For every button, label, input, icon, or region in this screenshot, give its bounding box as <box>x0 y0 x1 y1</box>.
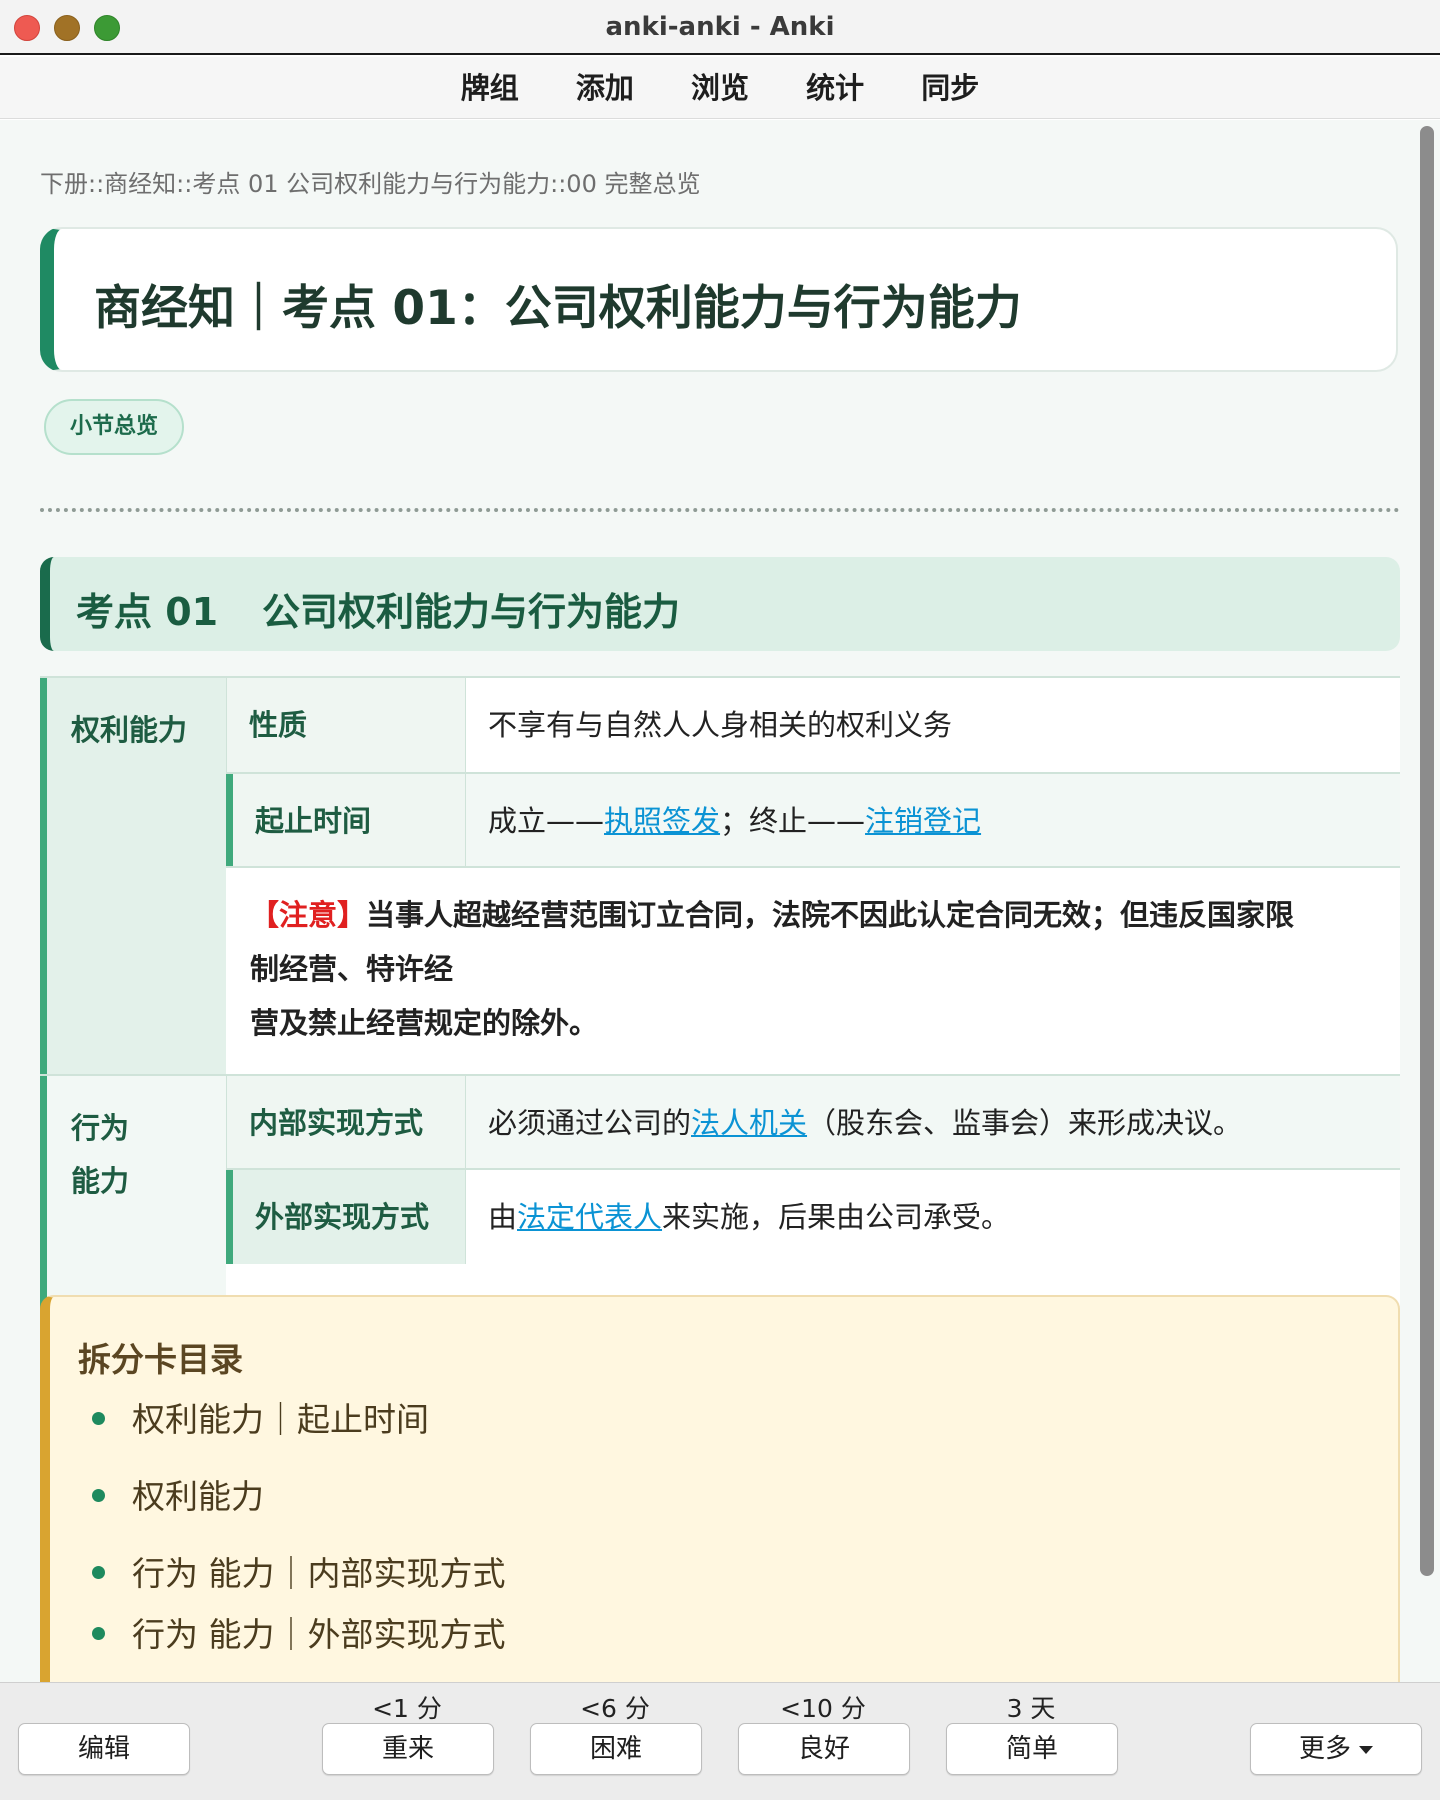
card-header: 商经知｜考点 01：公司权利能力与行为能力 <box>40 227 1398 372</box>
section-tag: 小节总览 <box>44 399 184 455</box>
window-title: anki-anki - Anki <box>605 12 835 42</box>
split-item: 权利能力 <box>132 1477 264 1516</box>
good-button[interactable]: 良好 <box>738 1723 910 1775</box>
link-deregistration[interactable]: 注销登记 <box>865 804 981 838</box>
value-cell-nature: 不享有与自然人人身相关的权利义务 <box>466 678 1400 772</box>
edit-button[interactable]: 编辑 <box>18 1723 190 1775</box>
sub-cell-nature: 性质 <box>226 678 466 772</box>
knowledge-table: 权利能力 性质 不享有与自然人人身相关的权利义务 起止时间 成立——执照签发；终… <box>40 676 1400 1390</box>
more-button[interactable]: 更多 <box>1250 1723 1422 1775</box>
split-item: 权利能力｜起止时间 <box>132 1400 429 1439</box>
menu-add[interactable]: 添加 <box>576 57 634 119</box>
split-item: 行为 能力｜外部实现方式 <box>132 1615 506 1654</box>
answer-bar: <1 分 <6 分 <10 分 3 天 编辑 重来 困难 良好 简单 更多 <box>0 1682 1440 1800</box>
interval-hard: <6 分 <box>580 1694 650 1723</box>
sub-cell-external: 外部实现方式 <box>226 1170 466 1264</box>
value-cell-internal: 必须通过公司的法人机关（股东会、监事会）来形成决议。 <box>466 1076 1400 1168</box>
hard-button[interactable]: 困难 <box>530 1723 702 1775</box>
section-name: 公司权利能力与行为能力 <box>262 590 681 634</box>
bullet-icon <box>92 1566 105 1579</box>
menu-decks[interactable]: 牌组 <box>461 57 519 119</box>
menu-browse[interactable]: 浏览 <box>691 57 749 119</box>
interval-good: <10 分 <box>780 1694 866 1723</box>
sub-cell-internal: 内部实现方式 <box>226 1076 466 1168</box>
again-button[interactable]: 重来 <box>322 1723 494 1775</box>
split-item: 行为 能力｜内部实现方式 <box>132 1554 506 1593</box>
bullet-icon <box>92 1489 105 1502</box>
split-card-directory: 拆分卡目录 权利能力｜起止时间 权利能力 行为 能力｜内部实现方式 行为 能力｜… <box>40 1295 1400 1682</box>
link-corporate-organ[interactable]: 法人机关 <box>691 1106 807 1140</box>
easy-button[interactable]: 简单 <box>946 1723 1118 1775</box>
section-number: 考点 01 <box>76 590 219 634</box>
card-view: 下册::商经知::考点 01 公司权利能力与行为能力::00 完整总览 商经知｜… <box>0 120 1440 1682</box>
dotted-divider <box>40 508 1400 512</box>
bullet-icon <box>92 1412 105 1425</box>
title-bar: anki-anki - Anki <box>0 0 1440 55</box>
card-title: 商经知｜考点 01：公司权利能力与行为能力 <box>94 281 1022 336</box>
note-tag: 【注意】 <box>250 898 367 932</box>
bullet-icon <box>92 1627 105 1640</box>
section-heading: 考点 01 公司权利能力与行为能力 <box>40 557 1400 651</box>
vertical-scrollbar[interactable] <box>1420 126 1434 1576</box>
note-cell: 【注意】当事人超越经营范围订立合同，法院不因此认定合同无效；但违反国家限 制经营… <box>226 868 1400 1074</box>
menu-stats[interactable]: 统计 <box>806 57 864 119</box>
split-directory-title: 拆分卡目录 <box>78 1340 243 1379</box>
link-license-issue[interactable]: 执照签发 <box>604 804 720 838</box>
link-legal-representative[interactable]: 法定代表人 <box>517 1200 662 1234</box>
more-label: 更多 <box>1298 1734 1351 1764</box>
interval-easy: 3 天 <box>1006 1694 1056 1723</box>
value-cell-external: 由法定代表人来实施，后果由公司承受。 <box>466 1170 1400 1264</box>
interval-again: <1 分 <box>372 1694 442 1723</box>
chevron-down-icon <box>1359 1745 1373 1754</box>
category-cell-rights: 权利能力 <box>40 678 226 1074</box>
main-toolbar: 牌组 添加 浏览 统计 同步 <box>0 57 1440 119</box>
sub-cell-period: 起止时间 <box>226 774 466 866</box>
menu-sync[interactable]: 同步 <box>921 57 979 119</box>
value-cell-period: 成立——执照签发；终止——注销登记 <box>466 774 1400 866</box>
deck-breadcrumb: 下册::商经知::考点 01 公司权利能力与行为能力::00 完整总览 <box>40 170 701 198</box>
